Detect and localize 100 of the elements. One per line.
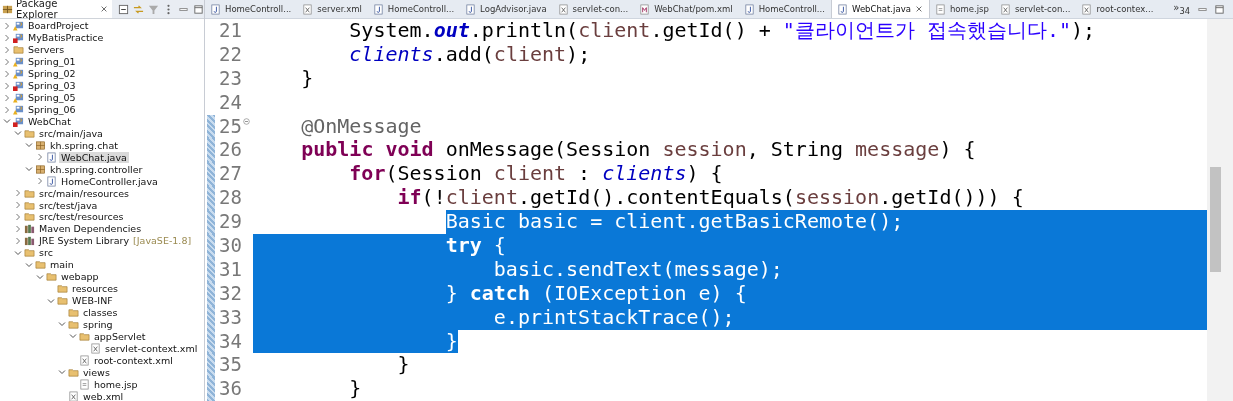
tree-item[interactable]: Servers [26,44,67,56]
tree-item[interactable]: appServlet [92,330,148,342]
editor-tab[interactable]: WebChat.java [830,0,930,18]
folder-icon [24,127,35,139]
tree-item[interactable]: WebChat [26,115,73,127]
editor-tab[interactable]: servlet-con... [994,0,1077,18]
tree-item[interactable]: Spring_05 [26,92,78,104]
code-line: basic.sendText(message); [253,257,1207,282]
package-icon [2,3,13,15]
close-icon[interactable] [914,5,923,13]
editor-tab[interactable]: LogAdvisor.java [460,0,553,18]
line-number: 35 [218,353,242,378]
tree-item[interactable]: src/main/resources [37,187,132,199]
xml-file-icon [999,3,1011,15]
tree-item[interactable]: src/main/java [37,127,105,139]
line-number: 33 [218,305,242,330]
code-line: } [253,329,1207,354]
tree-item[interactable]: WEB-INF [70,295,115,307]
xml-file-icon [79,354,90,366]
collapse-icon[interactable] [118,3,129,15]
close-icon[interactable] [100,5,108,13]
tree-item[interactable]: WebChat.java [59,151,129,163]
library-icon [24,235,35,247]
folder-icon [68,318,79,330]
xml-file-icon [90,342,101,354]
code-line: } [300,66,315,91]
tree-item[interactable]: webapp [59,271,101,283]
line-number: 27 [218,162,242,187]
tree-item[interactable]: JRE System Library [37,235,132,247]
tree-item[interactable]: Spring_06 [26,104,78,116]
folder-icon [68,366,79,378]
scrollbar[interactable] [1207,19,1233,401]
tree-item[interactable]: spring [81,318,115,330]
line-number: 21 [218,19,242,43]
folder-icon [46,271,57,283]
tree-item[interactable]: Spring_03 [26,80,78,92]
xml-file-icon [557,3,569,15]
tree-item[interactable]: web.xml [81,390,126,401]
tree-item[interactable]: servlet-context.xml [103,342,200,354]
line-number: 34 [218,329,242,354]
line-number: 31 [218,257,242,282]
code-line: @OnMessage [300,114,423,139]
tree-item[interactable]: MyBatisPractice [26,32,106,44]
folder-icon [24,247,35,259]
editor-tab[interactable]: WebChat/pom.xml [634,0,739,18]
tree-item[interactable]: root-context.xml [92,354,175,366]
tree-item[interactable]: views [81,366,112,378]
editor-tab[interactable]: home.jsp [929,0,995,18]
editor-tab[interactable]: HomeControll... [738,0,831,18]
editor-tab[interactable]: root-contex... [1076,0,1160,18]
editor-tab[interactable]: HomeControll... [205,0,298,18]
editor-tab[interactable]: servlet-con... [552,0,635,18]
java-file-icon [836,3,848,15]
tree-item[interactable]: src/test/java [37,199,100,211]
line-number: 26 [218,138,242,163]
tree-item[interactable]: resources [70,283,121,295]
tab-overflow-button[interactable]: »$_{34}$ [1173,2,1191,16]
tree-item[interactable]: Spring_01 [26,56,78,68]
maximize-icon[interactable] [1214,3,1225,15]
tree-item[interactable]: main [48,259,76,271]
fold-icon[interactable] [243,117,250,125]
line-number: 22 [218,42,242,67]
folder-icon [13,44,24,56]
tree-item[interactable]: BoardProject [26,20,91,32]
folder-icon [57,283,68,295]
editor-tab[interactable]: HomeControll... [367,0,461,18]
line-number: 32 [218,281,242,306]
tree-item[interactable]: src/test/resources [37,211,126,223]
tree-item[interactable]: home.jsp [92,378,140,390]
tree-item[interactable]: classes [81,306,120,318]
tree-item[interactable]: kh.spring.chat [48,139,120,151]
java-file-icon [46,151,57,163]
code-line: e.printStackTrace(); [253,305,1207,330]
filter-icon[interactable] [148,3,159,15]
folder-icon [35,259,46,271]
java-file-icon [743,3,755,15]
tree-item[interactable]: Maven Dependencies [37,223,144,235]
view-title: Package Explorer [16,0,59,20]
line-number: 36 [218,377,242,401]
tree-item[interactable]: HomeController.java [59,175,160,187]
folder-icon [79,330,90,342]
code-line: public void onMessage(Session session, String message) { [300,138,977,163]
code-line: System.out.println(client.getId() + "클라이언트가 접속했습니다."); [348,19,1097,43]
code-line: } [396,353,411,378]
tree-item[interactable]: src [37,247,55,259]
folder-icon [57,295,68,307]
tree-item[interactable]: Spring_02 [26,68,78,80]
folder-icon [24,211,35,223]
view-tab[interactable]: Package Explorer [0,0,112,18]
xml-file-icon [302,3,314,15]
editor-tab[interactable]: server.xml [297,0,368,18]
folder-icon [24,187,35,199]
code-line: } [348,377,363,401]
package-icon [35,163,46,175]
maximize-icon[interactable] [193,3,204,15]
line-number: 29 [218,210,242,234]
java-file-icon [465,3,477,15]
line-number: 23 [218,66,242,91]
tree-item[interactable]: kh.spring.controller [48,163,145,175]
line-number: 28 [218,186,242,211]
